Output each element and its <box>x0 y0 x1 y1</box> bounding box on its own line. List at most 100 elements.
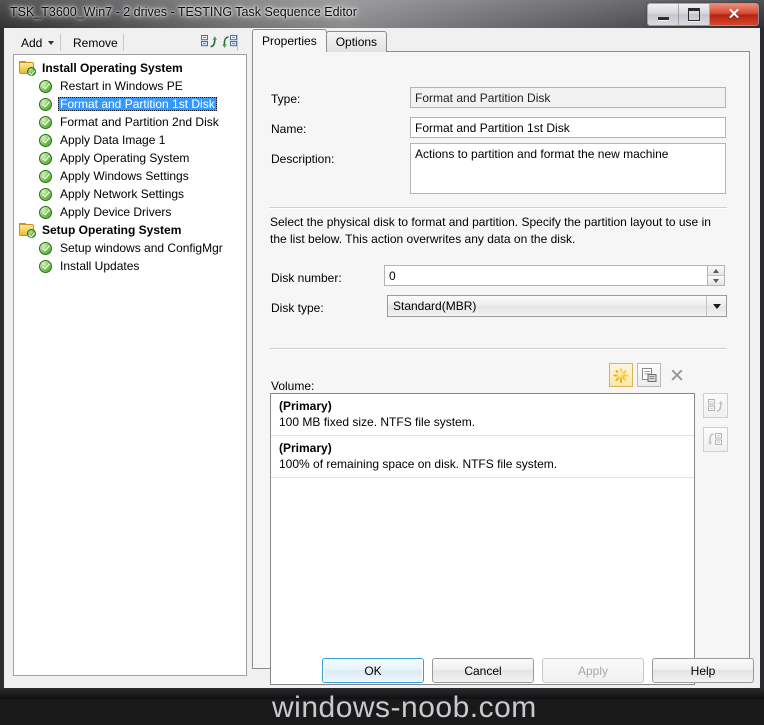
tab-strip: Properties Options <box>252 29 388 52</box>
green-check-icon <box>39 133 52 147</box>
close-button[interactable]: ✕ <box>710 4 758 25</box>
properties-page-icon <box>641 368 656 382</box>
green-check-icon <box>39 241 52 255</box>
volume-label: Volume: <box>271 379 315 393</box>
tree-step-row[interactable]: Install Updates <box>14 257 246 275</box>
delete-volume-button[interactable] <box>665 363 689 387</box>
tree-step-row[interactable]: Apply Operating System <box>14 149 246 167</box>
dialog-client-area: Add Remove Install Operating System Rest… <box>4 28 760 724</box>
starburst-new-icon <box>613 367 629 383</box>
remove-button-label: Remove <box>73 35 118 50</box>
move-up-icon <box>201 35 217 48</box>
task-sequence-tree[interactable]: Install Operating System Restart in Windo… <box>13 54 247 676</box>
toolbar-separator <box>237 34 238 51</box>
maximize-button[interactable] <box>679 4 710 25</box>
name-field[interactable] <box>410 117 726 138</box>
tab-panel-seam <box>253 50 326 52</box>
tree-step-row[interactable]: Apply Windows Settings <box>14 167 246 185</box>
volume-list[interactable]: (Primary) 100 MB fixed size. NTFS file sy… <box>270 393 695 685</box>
tree-item-label: Apply Device Drivers <box>60 205 172 219</box>
tab-options-label: Options <box>335 35 378 49</box>
remove-button[interactable]: Remove <box>68 33 123 52</box>
chevron-down-icon <box>712 303 721 309</box>
green-check-icon <box>39 115 52 129</box>
tree-item-label: Apply Operating System <box>60 151 190 165</box>
green-check-icon <box>39 187 52 201</box>
add-button-label: Add <box>21 35 43 50</box>
properties-tab-panel: Type: Name: Description: Actions to part… <box>252 51 750 685</box>
volume-properties-button[interactable] <box>637 363 661 387</box>
task-sequence-pane: Add Remove Install Operating System Rest… <box>8 28 248 680</box>
description-field[interactable]: Actions to partition and format the new … <box>410 143 726 194</box>
disk-number-input[interactable] <box>384 265 708 286</box>
tab-properties-label: Properties <box>262 34 317 48</box>
tree-step-row[interactable]: Apply Network Settings <box>14 185 246 203</box>
move-up-button[interactable] <box>200 34 218 51</box>
window-title: TSK_T3600_Win7 - 2 drives - TESTING Task… <box>10 5 357 19</box>
tree-item-label: Format and Partition 2nd Disk <box>60 115 219 129</box>
toolbar-separator <box>60 34 61 51</box>
green-check-icon <box>39 205 52 219</box>
volume-list-item[interactable]: (Primary) 100% of remaining space on disk… <box>271 436 694 478</box>
folder-icon <box>19 223 36 238</box>
instructions-text: Select the physical disk to format and p… <box>270 215 711 247</box>
new-volume-button[interactable] <box>609 363 633 387</box>
maximize-icon <box>688 8 700 21</box>
volume-list-item[interactable]: (Primary) 100 MB fixed size. NTFS file sy… <box>271 394 694 436</box>
close-icon: ✕ <box>727 6 741 23</box>
tree-item-label: Setup windows and ConfigMgr <box>60 241 223 255</box>
stepper-up-button[interactable] <box>708 266 724 275</box>
add-button[interactable]: Add <box>16 33 59 52</box>
section-divider <box>269 348 727 350</box>
stepper-down-button[interactable] <box>708 275 724 285</box>
volume-item-description: 100% of remaining space on disk. NTFS fi… <box>279 457 558 471</box>
disk-type-label: Disk type: <box>271 301 324 315</box>
minimize-button[interactable] <box>648 4 679 25</box>
title-bar: TSK_T3600_Win7 - 2 drives - TESTING Task… <box>0 0 764 28</box>
apply-button: Apply <box>542 658 644 683</box>
toolbar-separator <box>123 34 124 51</box>
tree-group-row[interactable]: Install Operating System <box>14 59 246 77</box>
disk-number-stepper[interactable] <box>708 265 725 286</box>
tree-step-row[interactable]: Apply Data Image 1 <box>14 131 246 149</box>
folder-icon <box>19 61 36 76</box>
disk-type-combobox[interactable]: Standard(MBR) <box>387 295 727 317</box>
green-check-icon <box>39 97 52 111</box>
volume-move-up-button[interactable] <box>703 393 728 418</box>
combo-arrow-button[interactable] <box>706 296 726 316</box>
caret-down-icon <box>713 278 719 283</box>
tree-item-label: Setup Operating System <box>42 223 182 237</box>
green-check-icon <box>39 79 52 93</box>
chevron-down-icon <box>48 40 55 45</box>
tree-item-label: Install Operating System <box>42 61 183 75</box>
tree-step-row[interactable]: Restart in Windows PE <box>14 77 246 95</box>
sequence-toolbar: Add Remove <box>8 30 248 54</box>
tree-item-label: Apply Windows Settings <box>60 169 189 183</box>
caret-up-icon <box>713 268 719 273</box>
volume-move-down-button[interactable] <box>703 427 728 452</box>
move-up-icon <box>708 399 723 412</box>
tree-group-row[interactable]: Setup Operating System <box>14 221 246 239</box>
section-divider <box>269 207 727 209</box>
tree-item-label: Apply Data Image 1 <box>60 133 166 147</box>
tree-item-label: Restart in Windows PE <box>60 79 183 93</box>
task-sequence-editor-window: TSK_T3600_Win7 - 2 drives - TESTING Task… <box>0 0 764 724</box>
tree-item-label: Install Updates <box>60 259 140 273</box>
green-check-icon <box>39 259 52 273</box>
help-button[interactable]: Help <box>652 658 754 683</box>
volume-item-description: 100 MB fixed size. NTFS file system. <box>279 415 476 429</box>
type-label: Type: <box>271 92 301 106</box>
close-x-icon <box>670 368 684 382</box>
tab-properties[interactable]: Properties <box>252 29 327 52</box>
tree-step-row[interactable]: Format and Partition 2nd Disk <box>14 113 246 131</box>
tab-options[interactable]: Options <box>325 31 388 52</box>
ok-button[interactable]: OK <box>322 658 424 683</box>
tree-step-row[interactable]: Format and Partition 1st Disk <box>14 95 246 113</box>
cancel-button[interactable]: Cancel <box>432 658 534 683</box>
properties-pane: Properties Options Type: Name: Descripti… <box>252 28 754 685</box>
green-check-icon <box>39 151 52 165</box>
tree-step-row[interactable]: Apply Device Drivers <box>14 203 246 221</box>
description-label: Description: <box>271 152 335 166</box>
tree-step-row[interactable]: Setup windows and ConfigMgr <box>14 239 246 257</box>
site-watermark: windows-noob.com <box>272 691 537 724</box>
